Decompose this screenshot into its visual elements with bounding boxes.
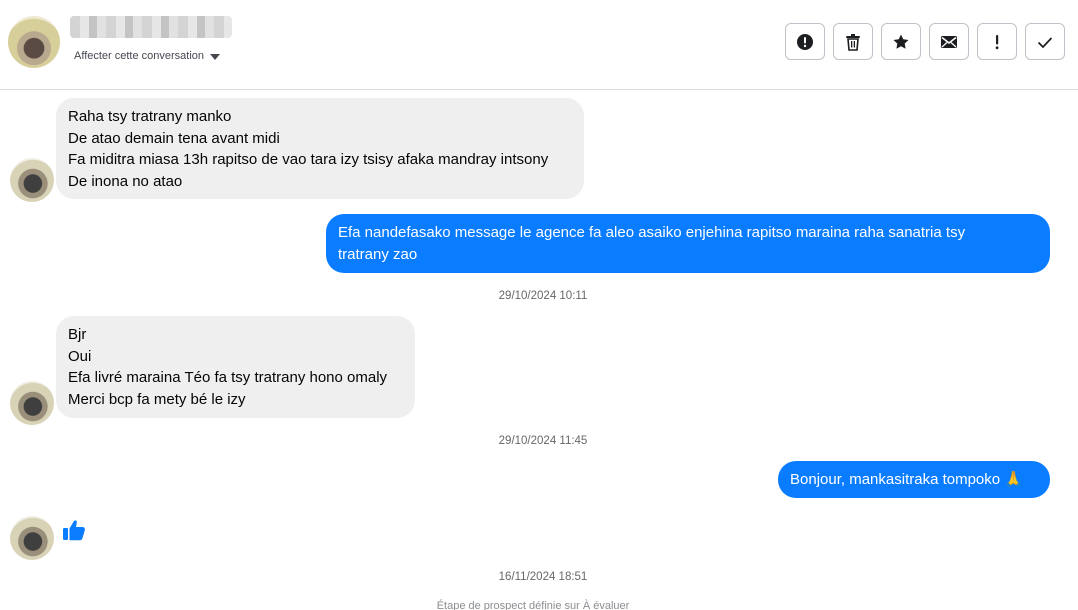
message-timestamp: 16/11/2024 18:51 bbox=[498, 571, 588, 583]
mark-important-button[interactable] bbox=[977, 23, 1017, 60]
message-timestamp: 29/10/2024 11:45 bbox=[498, 435, 588, 447]
message-line: Bjr bbox=[68, 326, 87, 343]
delete-button[interactable] bbox=[833, 23, 873, 60]
message-line: Efa nandefasako message le agence fa ale… bbox=[338, 224, 966, 241]
message-line: Fa miditra miasa 13h rapitso de vao tara… bbox=[68, 151, 549, 168]
trash-icon bbox=[846, 33, 860, 51]
message-timestamp: 29/10/2024 10:11 bbox=[498, 290, 588, 302]
report-spam-button[interactable] bbox=[785, 23, 825, 60]
conversation-header: Affecter cette conversation bbox=[0, 0, 1078, 90]
outgoing-message-bubble[interactable]: Bonjour, mankasitraka tompoko 🙏 bbox=[778, 461, 1050, 498]
sender-avatar[interactable] bbox=[10, 158, 54, 202]
contact-name-redacted bbox=[70, 16, 232, 38]
assign-conversation-label: Affecter cette conversation bbox=[74, 50, 205, 62]
message-line: De atao demain tena avant midi bbox=[68, 129, 280, 147]
message-line: Merci bcp fa mety bé le izy bbox=[68, 390, 246, 408]
star-icon bbox=[893, 34, 909, 49]
sender-avatar[interactable] bbox=[10, 516, 54, 560]
incoming-message-bubble[interactable]: Raha tsy tratrany manko De atao demain t… bbox=[56, 98, 584, 199]
message-line: tratrany zao bbox=[338, 245, 418, 263]
contact-avatar[interactable] bbox=[8, 16, 60, 68]
mark-unread-button[interactable] bbox=[929, 23, 969, 60]
pipeline-stage-note: Étape de prospect définie sur À évaluer bbox=[436, 600, 630, 610]
sender-avatar[interactable] bbox=[10, 381, 54, 425]
exclamation-icon bbox=[995, 34, 999, 49]
mark-done-button[interactable] bbox=[1025, 23, 1065, 60]
message-line: Efa livré maraina Téo fa tsy tratrany ho… bbox=[68, 369, 388, 386]
check-icon bbox=[1037, 36, 1053, 48]
star-button[interactable] bbox=[881, 23, 921, 60]
envelope-icon bbox=[941, 35, 957, 48]
message-line: De inona no atao bbox=[68, 172, 183, 190]
message-line: Bonjour, mankasitraka tompoko 🙏 bbox=[790, 471, 1023, 488]
assign-conversation-dropdown[interactable]: Affecter cette conversation bbox=[74, 50, 221, 62]
incoming-message-bubble[interactable]: Bjr Oui Efa livré maraina Téo fa tsy tra… bbox=[56, 316, 415, 418]
caret-down-icon bbox=[210, 54, 221, 60]
alert-circle-icon bbox=[797, 33, 813, 50]
message-line: Raha tsy tratrany manko bbox=[68, 108, 232, 125]
outgoing-message-bubble[interactable]: Efa nandefasako message le agence fa ale… bbox=[326, 214, 1050, 273]
message-line: Oui bbox=[68, 347, 92, 365]
thumbs-up-icon[interactable] bbox=[62, 518, 86, 542]
